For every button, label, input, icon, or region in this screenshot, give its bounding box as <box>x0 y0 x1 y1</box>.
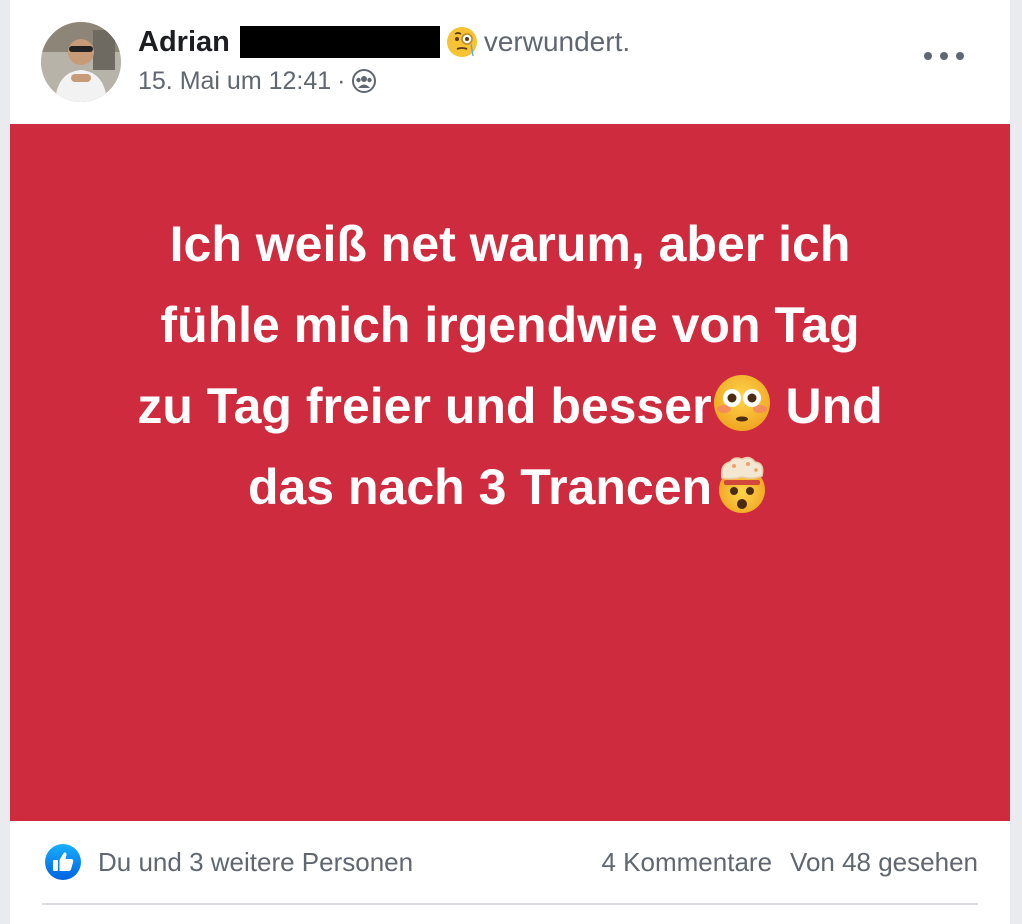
like-reaction-icon <box>44 843 82 881</box>
more-options-icon[interactable] <box>924 42 964 70</box>
avatar-photo <box>41 22 121 102</box>
flushed-face-icon <box>712 373 772 433</box>
reactions-text: Du und 3 weitere Personen <box>98 846 414 877</box>
name-redaction-bar <box>239 26 440 58</box>
footer-divider <box>42 903 978 905</box>
post-footer: Du und 3 weitere Personen 4 Kommentare V… <box>10 821 1010 924</box>
post-card: Adrian verwundert. 15. Mai um 12:41 · Ic… <box>10 0 1010 924</box>
post-text-line: fühle mich irgendwie von Tag <box>160 297 860 353</box>
comments-count[interactable]: 4 Kommentare <box>602 847 773 878</box>
author-line: Adrian verwundert. <box>138 24 630 60</box>
post-text-line: zu Tag freier und besser Und <box>10 366 1010 447</box>
post-date[interactable]: 15. Mai um 12:41 <box>138 67 331 96</box>
meta-separator: · <box>337 66 346 95</box>
reactions-summary[interactable]: Du und 3 weitere Personen <box>44 844 413 880</box>
post-meta: 15. Mai um 12:41 · <box>138 64 376 98</box>
feeling-text: verwundert. <box>483 26 631 57</box>
post-text-line: Ich weiß net warum, aber ich <box>169 216 851 272</box>
post-text-segment: zu Tag freier und besser <box>137 378 712 434</box>
post-text-segment: das nach 3 Trancen <box>247 459 713 515</box>
face-with-monocle-icon <box>446 26 478 58</box>
post-text: Ich weiß net warum, aber ich fühle mich … <box>10 204 1010 528</box>
friends-audience-icon[interactable] <box>351 69 376 93</box>
post-text-line: das nach 3 Trancen <box>10 447 1010 528</box>
exploding-head-icon <box>712 454 772 514</box>
author-avatar[interactable] <box>41 22 121 102</box>
author-name[interactable]: Adrian <box>138 26 230 59</box>
post-text-segment: Und <box>771 378 883 434</box>
post-header: Adrian verwundert. 15. Mai um 12:41 · <box>10 0 1010 124</box>
seen-count[interactable]: Von 48 gesehen <box>790 847 978 878</box>
post-stats: 4 Kommentare Von 48 gesehen <box>602 844 979 880</box>
